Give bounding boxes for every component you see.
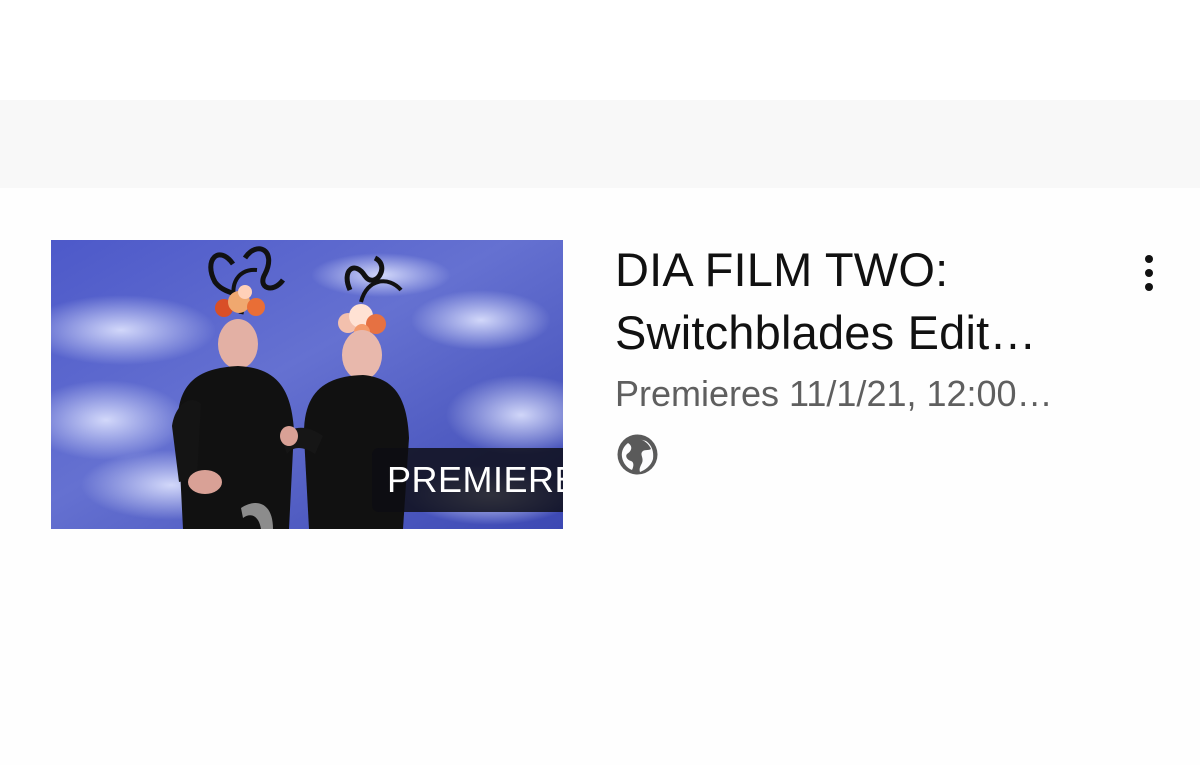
section-header (0, 100, 1200, 188)
globe-icon (615, 432, 660, 477)
top-bar (0, 0, 1200, 100)
video-list-item[interactable]: PREMIERE DIA FILM TWO: Switchblades Edit… (0, 238, 1200, 538)
video-info[interactable]: DIA FILM TWO: Switchblades Edit… Premier… (615, 238, 1155, 477)
video-title-line-1: DIA FILM TWO: (615, 243, 949, 296)
video-title-line-2: Switchblades Edit… (615, 306, 1037, 359)
premiere-badge: PREMIERE (372, 448, 563, 512)
premiere-date: Premieres 11/1/21, 12:00… (615, 373, 1053, 414)
more-vertical-icon[interactable] (1125, 244, 1173, 302)
video-title[interactable]: DIA FILM TWO: Switchblades Edit… (615, 238, 1135, 364)
video-thumbnail[interactable]: PREMIERE (51, 240, 563, 529)
